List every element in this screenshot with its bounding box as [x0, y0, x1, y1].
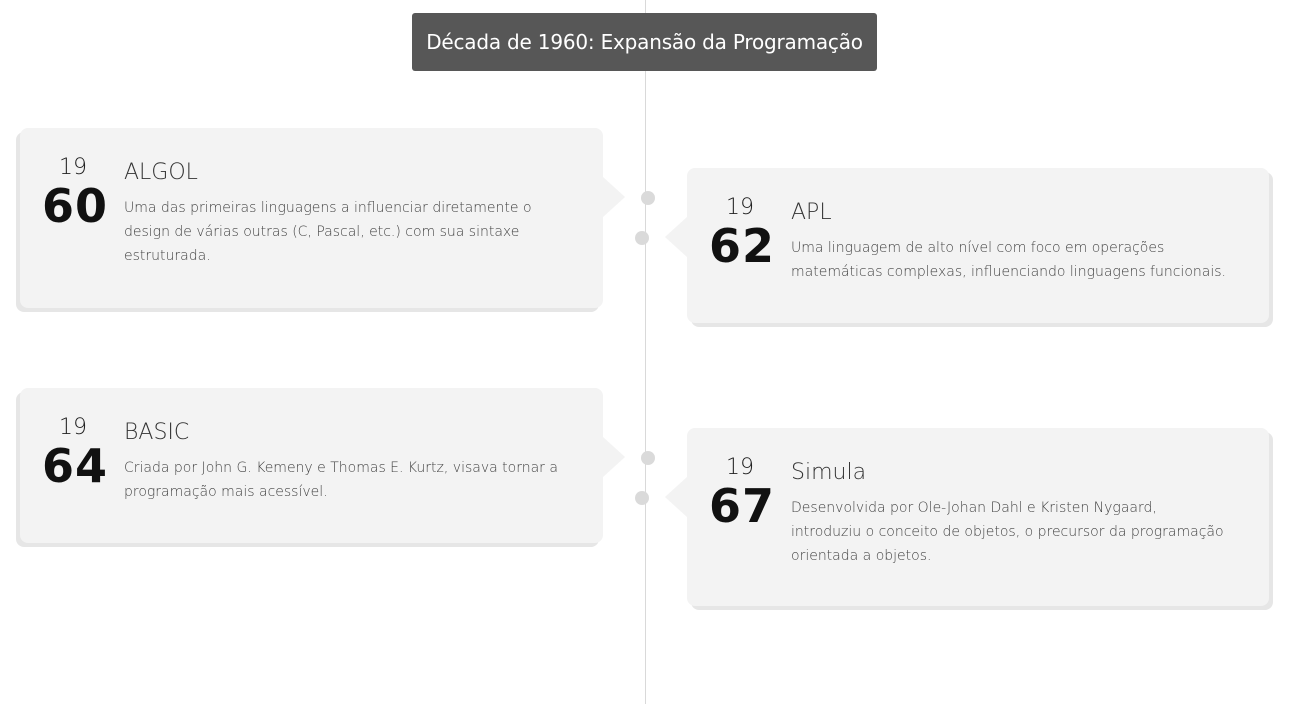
card-pointer	[665, 217, 687, 257]
event-year-century: 19	[726, 195, 754, 220]
event-content: Simula Desenvolvida por Ole-Johan Dahl e…	[791, 460, 1229, 568]
event-year: 19 60	[42, 155, 109, 233]
event-content: BASIC Criada por John G. Kemeny e Thomas…	[124, 420, 563, 504]
event-year: 19 62	[709, 195, 776, 273]
event-year-century: 19	[726, 455, 754, 480]
event-year-digits: 62	[709, 219, 776, 273]
event-content: APL Uma linguagem de alto nível com foco…	[791, 200, 1229, 284]
event-description: Criada por John G. Kemeny e Thomas E. Ku…	[124, 460, 558, 500]
timeline-center-line	[645, 0, 646, 704]
timeline: Década de 1960: Expansão da Programação …	[0, 0, 1295, 704]
event-year-digits: 64	[42, 439, 109, 493]
decade-title: Década de 1960: Expansão da Programação	[426, 30, 863, 54]
event-title: BASIC	[124, 420, 190, 445]
timeline-dot	[641, 191, 655, 205]
timeline-card-simula: 19 67 Simula Desenvolvida por Ole-Johan …	[687, 428, 1269, 606]
timeline-card-apl: 19 62 APL Uma linguagem de alto nível co…	[687, 168, 1269, 323]
timeline-card-algol: 19 60 ALGOL Uma das primeiras linguagens…	[20, 128, 603, 308]
event-year-digits: 67	[709, 479, 776, 533]
event-year-century: 19	[59, 415, 87, 440]
event-year-digits: 60	[42, 179, 109, 233]
decade-header: Década de 1960: Expansão da Programação	[412, 13, 877, 71]
event-description: Uma das primeiras linguagens a influenci…	[124, 200, 532, 264]
timeline-dot	[641, 451, 655, 465]
event-title: APL	[791, 200, 832, 225]
card-pointer	[665, 477, 687, 517]
event-year: 19 64	[42, 415, 109, 493]
timeline-dot	[635, 491, 649, 505]
event-content: ALGOL Uma das primeiras linguagens a inf…	[124, 160, 563, 268]
timeline-card-basic: 19 64 BASIC Criada por John G. Kemeny e …	[20, 388, 603, 543]
event-year-century: 19	[59, 155, 87, 180]
event-year: 19 67	[709, 455, 776, 533]
event-description: Desenvolvida por Ole-Johan Dahl e Kriste…	[791, 500, 1224, 564]
event-title: Simula	[791, 460, 867, 485]
card-pointer	[603, 177, 625, 217]
card-pointer	[603, 437, 625, 477]
timeline-dot	[635, 231, 649, 245]
event-description: Uma linguagem de alto nível com foco em …	[791, 240, 1226, 280]
event-title: ALGOL	[124, 160, 198, 185]
